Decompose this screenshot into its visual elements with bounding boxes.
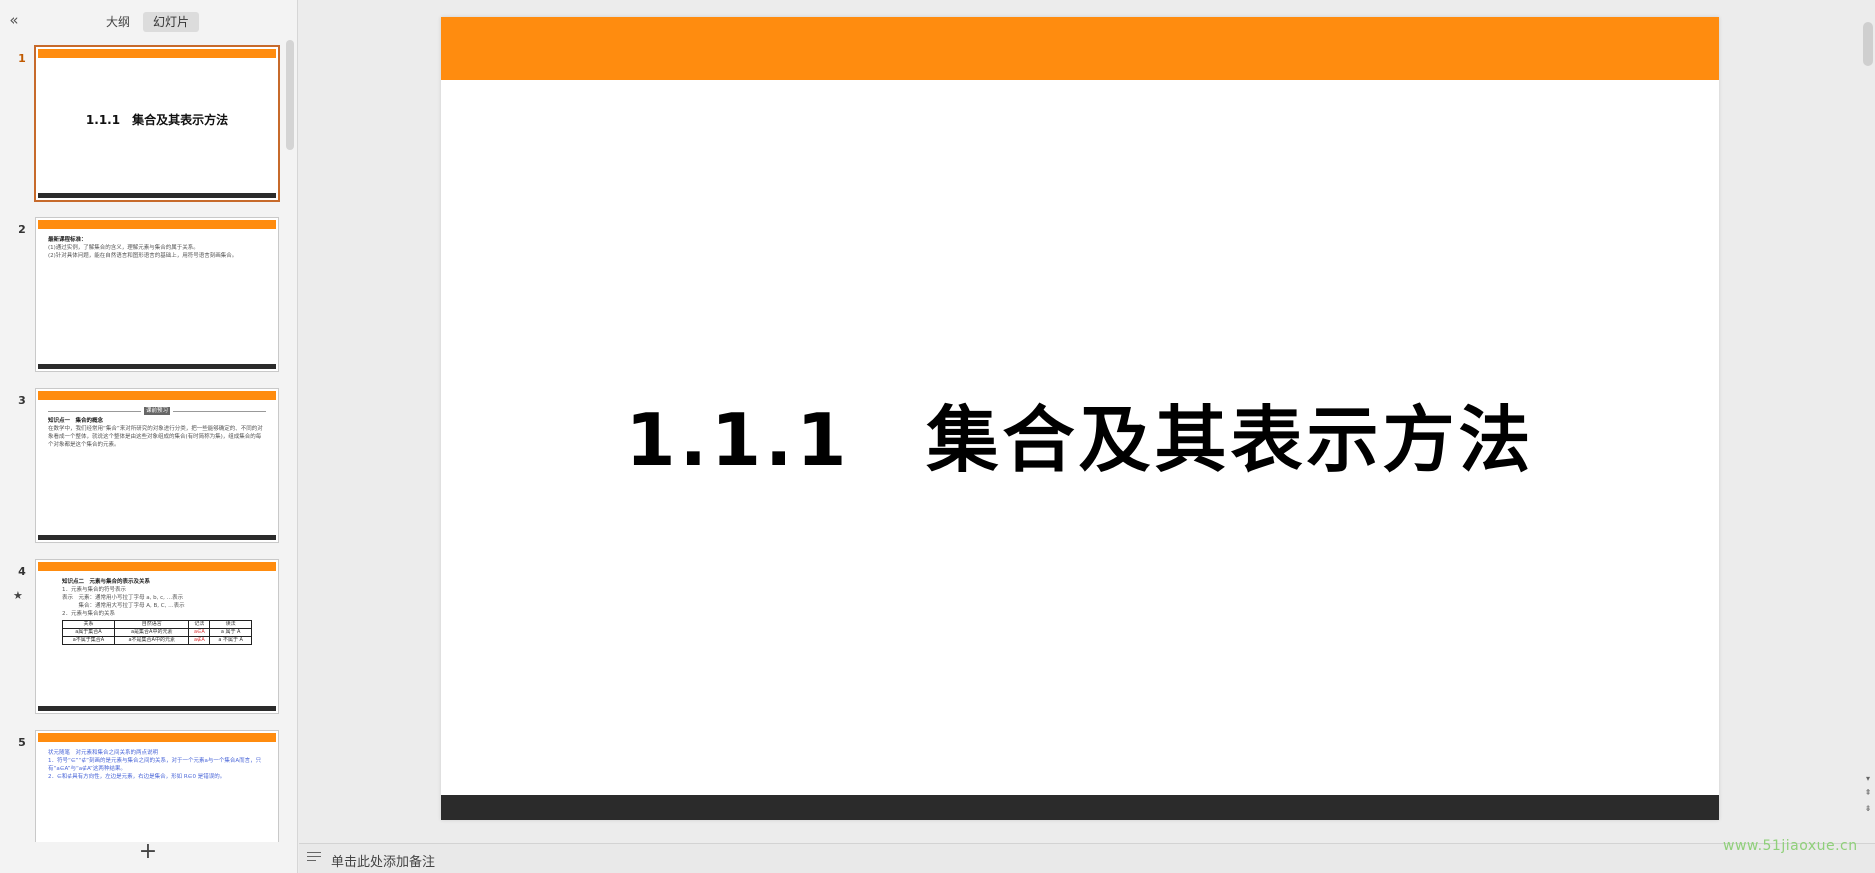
thumbnail-footer-bar — [38, 193, 276, 198]
notes-bar[interactable]: 单击此处添加备注 — [299, 843, 1875, 873]
thumbnail-header-bar — [38, 220, 276, 229]
slide-number: 1 — [18, 52, 26, 65]
notes-icon — [307, 852, 323, 866]
thumbnail-line: 2．∈和∉具有方向性，左边是元素，右边是集合，形如 R∈0 是错误的。 — [48, 774, 226, 780]
thumbnail-line: 2．元素与集合的关系 — [62, 611, 115, 617]
thumbnail-text: 最新课程标准： (1)通过实例，了解集合的含义，理解元素与集合的属于关系。 (2… — [48, 236, 266, 260]
slide-thumbnail-5[interactable]: 状元随笔 对元素和集合之间关系的两点说明 1．符号“∈”“∉”刻画的是元素与集合… — [35, 730, 279, 842]
slide-thumbnail-2[interactable]: 最新课程标准： (1)通过实例，了解集合的含义，理解元素与集合的属于关系。 (2… — [35, 217, 279, 372]
thumbnail-list: 1 1.1.1 集合及其表示方法 2 最新课程标准： (1)通过实例，了解集合的… — [0, 42, 286, 842]
table-row: a不属于集合A a不是集合A中的元素 a∉A a 不属于 A — [62, 636, 252, 645]
thumbnail-line: 表示 元素：通常用小写拉丁字母 a, b, c, …表示 — [62, 595, 184, 601]
scroll-down-arrow-icon[interactable]: ▾ — [1863, 774, 1873, 783]
slide-number: 4 — [18, 565, 26, 578]
thumbnail-header-bar — [38, 733, 276, 742]
thumbnail-line: 1．元素与集合的符号表示 — [62, 587, 127, 593]
thumbnail-text: 知识点二 元素与集合的表示及关系 1．元素与集合的符号表示 表示 元素：通常用小… — [62, 578, 266, 645]
current-slide[interactable]: 1.1.1 集合及其表示方法 — [441, 17, 1719, 820]
thumbnail-footer-bar — [38, 706, 276, 711]
thumbnail-line: 在数学中，我们经常用“集合”来对所研究的对象进行分类，把一些能够确定的、不同的对… — [48, 426, 263, 448]
banner-label: 课前预习 — [144, 407, 171, 415]
panel-header: « 大纲 幻灯片 — [0, 0, 298, 42]
table-cell: 记法 — [188, 620, 211, 629]
table-cell: a属于集合A — [62, 628, 115, 637]
table-row: 关系 自然语言 记法 读法 — [62, 620, 252, 629]
slide-thumbnail-1[interactable]: 1.1.1 集合及其表示方法 — [34, 45, 280, 202]
thumbnail-row-5[interactable]: 5 状元随笔 对元素和集合之间关系的两点说明 1．符号“∈”“∉”刻画的是元素与… — [0, 726, 286, 842]
table-cell: 自然语言 — [113, 620, 190, 629]
thumbnail-header-bar — [38, 562, 276, 571]
previous-slide-icon[interactable]: ⇞ — [1863, 788, 1873, 797]
animation-star-icon: ★ — [13, 589, 23, 602]
thumbnail-row-3[interactable]: 3 课前预习 知识点一 集合的概念 在数学中，我们经常用“集合”来对所研究的对象… — [0, 384, 286, 544]
slide-footer-bar — [441, 795, 1719, 820]
table-cell: a不是集合A中的元素 — [113, 636, 190, 645]
slide-canvas: 1.1.1 集合及其表示方法 — [299, 0, 1860, 843]
slide-number: 2 — [18, 223, 26, 236]
next-slide-icon[interactable]: ⇟ — [1863, 804, 1873, 813]
thumbnail-line: 知识点二 元素与集合的表示及关系 — [62, 579, 151, 585]
thumbnail-line: 知识点一 集合的概念 — [48, 418, 104, 424]
divider — [173, 410, 267, 412]
table-cell: a∈A — [188, 628, 211, 637]
thumbnail-table: 关系 自然语言 记法 读法 a属于集合A a是集合A中的元素 a∈A a 属于 … — [62, 620, 252, 645]
divider — [48, 410, 141, 412]
table-cell: a不属于集合A — [62, 636, 115, 645]
tab-outline[interactable]: 大纲 — [96, 12, 140, 32]
thumbnail-text: 课前预习 知识点一 集合的概念 在数学中，我们经常用“集合”来对所研究的对象进行… — [48, 407, 267, 449]
table-cell: a 不属于 A — [209, 636, 252, 645]
thumbnail-line: 状元随笔 对元素和集合之间关系的两点说明 — [48, 750, 159, 756]
table-row: a属于集合A a是集合A中的元素 a∈A a 属于 A — [62, 628, 252, 637]
table-cell: a∉A — [188, 636, 211, 645]
slide-title[interactable]: 1.1.1 集合及其表示方法 — [441, 381, 1719, 486]
thumbnail-row-2[interactable]: 2 最新课程标准： (1)通过实例，了解集合的含义，理解元素与集合的属于关系。 … — [0, 213, 286, 373]
thumbnail-line: (1)通过实例，了解集合的含义，理解元素与集合的属于关系。 — [48, 245, 199, 251]
thumbnail-footer-bar — [38, 364, 276, 369]
tab-slides[interactable]: 幻灯片 — [143, 12, 200, 32]
slide-thumbnail-4[interactable]: 知识点二 元素与集合的表示及关系 1．元素与集合的符号表示 表示 元素：通常用小… — [35, 559, 279, 714]
thumbnail-row-4[interactable]: 4 ★ 知识点二 元素与集合的表示及关系 1．元素与集合的符号表示 表示 元素：… — [0, 555, 286, 715]
thumbnail-line: 最新课程标准： — [48, 237, 87, 243]
thumbnail-header-bar — [38, 49, 276, 58]
thumbnail-header-bar — [38, 391, 276, 400]
slide-number: 3 — [18, 394, 26, 407]
table-cell: a 属于 A — [209, 628, 252, 637]
thumbnail-scrollbar[interactable] — [286, 40, 294, 150]
slide-number: 5 — [18, 736, 26, 749]
table-cell: 关系 — [62, 620, 115, 629]
thumbnail-banner: 课前预习 — [48, 407, 267, 415]
thumbnail-text: 状元随笔 对元素和集合之间关系的两点说明 1．符号“∈”“∉”刻画的是元素与集合… — [48, 749, 266, 781]
slide-thumbnail-3[interactable]: 课前预习 知识点一 集合的概念 在数学中，我们经常用“集合”来对所研究的对象进行… — [35, 388, 279, 543]
watermark-text: www.51jiaoxue.cn — [1723, 838, 1858, 854]
main-scrollbar[interactable] — [1863, 22, 1873, 66]
table-cell: 读法 — [209, 620, 252, 629]
thumbnail-footer-bar — [38, 535, 276, 540]
notes-placeholder[interactable]: 单击此处添加备注 — [331, 851, 435, 870]
thumbnail-line: 集合：通常用大写拉丁字母 A, B, C, …表示 — [62, 603, 185, 609]
thumbnail-row-1[interactable]: 1 1.1.1 集合及其表示方法 — [0, 42, 286, 202]
thumbnail-line: 1．符号“∈”“∉”刻画的是元素与集合之间的关系，对于一个元素a与一个集合A而言… — [48, 758, 262, 772]
thumbnail-title: 1.1.1 集合及其表示方法 — [85, 113, 229, 127]
slide-header-bar — [441, 17, 1719, 80]
table-cell: a是集合A中的元素 — [113, 628, 190, 637]
slide-panel: « 大纲 幻灯片 1 1.1.1 集合及其表示方法 2 最新课程标准： (1)通… — [0, 0, 298, 873]
thumbnail-line: (2)针对具体问题，能在自然语言和图形语言的基础上，用符号语言刻画集合。 — [48, 253, 238, 259]
collapse-panel-icon[interactable]: « — [4, 10, 24, 30]
add-slide-icon[interactable]: + — [138, 841, 158, 864]
